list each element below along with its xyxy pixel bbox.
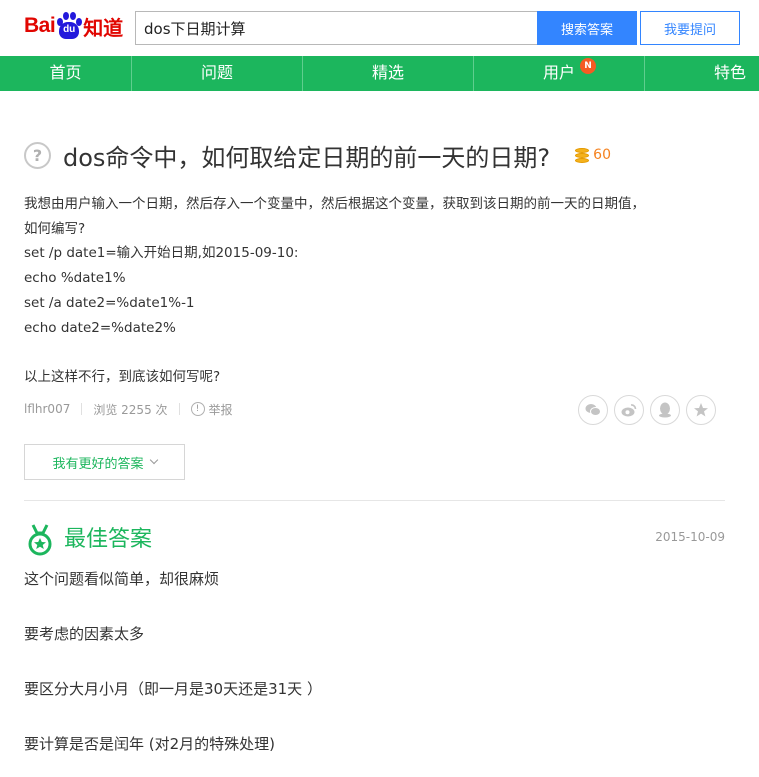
- logo-paw-icon: du: [56, 11, 83, 41]
- answer-date: 2015-10-09: [655, 530, 725, 544]
- answer-paragraph: 要考虑的因素太多: [24, 625, 145, 643]
- baidu-zhidao-logo[interactable]: Bai du 知道: [24, 8, 123, 44]
- nav-item-label: 特色: [713, 63, 746, 82]
- star-icon: [694, 403, 708, 417]
- main-nav: 首页 问题 精选 用户 N 特色: [0, 56, 759, 91]
- question-body: 我想由用户输入一个日期，然后存入一个变量中，然后根据这个变量，获取到该日期的前一…: [24, 192, 714, 390]
- question-meta: lflhr007 浏览 2255 次 ! 举报: [24, 399, 233, 419]
- meta-divider: [81, 403, 83, 415]
- question-body-line: set /p date1=输入开始日期,如2015-09-10:: [24, 245, 299, 262]
- logo-du-text: du: [63, 24, 76, 35]
- question-body-line: [24, 340, 714, 365]
- logo-bai-text: Bai: [24, 14, 56, 37]
- best-answer-title: 最佳答案: [64, 527, 153, 552]
- nav-item-home[interactable]: 首页: [0, 56, 131, 91]
- weibo-share-button[interactable]: [614, 395, 644, 425]
- chevron-down-icon: [149, 455, 158, 465]
- report-link[interactable]: 举报: [209, 401, 233, 418]
- question-body-line: echo date2=%date2%: [24, 319, 176, 336]
- nav-item-special[interactable]: 特色: [645, 56, 759, 91]
- reward-badge: 60: [575, 147, 611, 163]
- question-body-line: set /a date2=%date1%-1: [24, 294, 195, 311]
- nav-item-label: 首页: [49, 63, 82, 82]
- new-badge: N: [580, 58, 596, 74]
- question-body-line: 我想由用户输入一个日期，然后存入一个变量中，然后根据这个变量，获取到该日期的前一…: [24, 196, 645, 212]
- better-answer-button[interactable]: 我有更好的答案: [24, 444, 185, 480]
- question-body-line: 如何编写?: [24, 220, 86, 237]
- question-mark-icon: ?: [24, 141, 51, 169]
- question-header: ? dos命令中，如何取给定日期的前一天的日期? 60: [24, 138, 611, 172]
- qq-icon: [659, 402, 671, 418]
- share-buttons: [578, 395, 722, 425]
- question-title: dos命令中，如何取给定日期的前一天的日期?: [63, 143, 551, 172]
- question-body-line: 以上这样不行，到底该如何写呢?: [24, 368, 221, 385]
- favorite-button[interactable]: [686, 395, 716, 425]
- author-link[interactable]: lflhr007: [24, 402, 70, 416]
- section-divider: [24, 500, 725, 501]
- ask-question-button[interactable]: 我要提问: [640, 11, 740, 45]
- meta-divider: [178, 403, 180, 415]
- answer-paragraph: 要计算是否是闰年 (对2月的特殊处理): [24, 735, 276, 753]
- answer-paragraph: 这个问题看似简单，却很麻烦: [24, 570, 220, 588]
- logo-zhidao-text: 知道: [83, 15, 124, 40]
- answer-paragraph: 要区分大月小月（即一月是30天还是31天 ）: [24, 680, 322, 698]
- nav-item-label: 精选: [371, 63, 404, 82]
- search-input[interactable]: [135, 11, 538, 45]
- nav-item-questions[interactable]: 问题: [132, 56, 302, 91]
- best-answer-content: 这个问题看似简单，却很麻烦 要考虑的因素太多 要区分大月小月（即一月是30天还是…: [24, 566, 724, 777]
- wechat-share-button[interactable]: [578, 395, 608, 425]
- reward-value: 60: [593, 147, 611, 163]
- coin-stack-icon: [575, 147, 590, 163]
- question-body-line: echo %date1%: [24, 270, 126, 287]
- nav-item-featured[interactable]: 精选: [303, 56, 473, 91]
- view-count: 浏览 2255 次: [93, 402, 168, 417]
- medal-icon: [28, 524, 52, 556]
- weibo-icon: [621, 404, 637, 417]
- wechat-icon: [585, 404, 601, 416]
- qq-share-button[interactable]: [650, 395, 680, 425]
- better-answer-label: 我有更好的答案: [52, 456, 144, 472]
- search-answer-button[interactable]: 搜索答案: [537, 11, 637, 45]
- nav-item-users[interactable]: 用户: [474, 56, 644, 91]
- top-header: Bai du 知道 搜索答案 我要提问: [0, 0, 759, 56]
- nav-item-label: 问题: [200, 63, 233, 82]
- nav-item-label: 用户: [542, 63, 575, 82]
- best-answer-header: 最佳答案 2015-10-09: [24, 522, 725, 558]
- report-icon: !: [190, 402, 205, 416]
